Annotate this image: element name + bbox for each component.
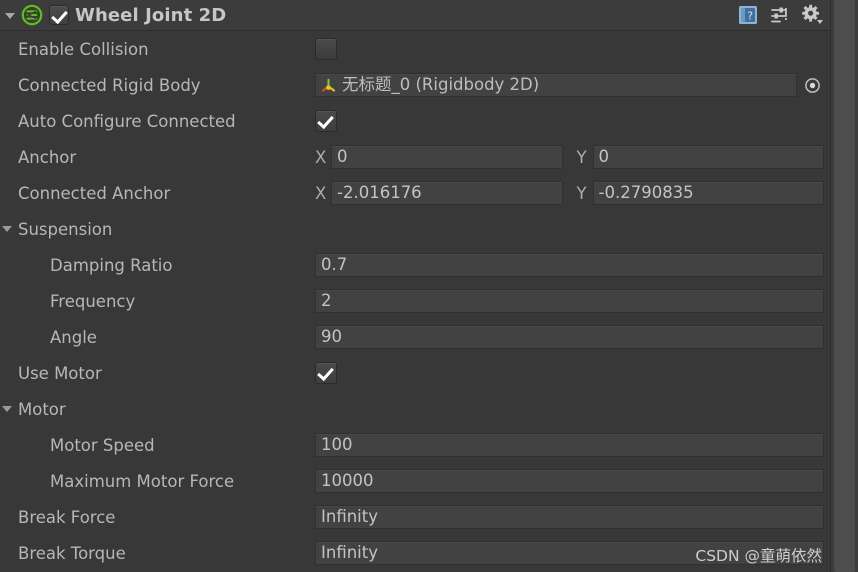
row-connected-anchor: Connected Anchor X -2.016176 Y -0.279083…: [0, 175, 858, 211]
damping-ratio-input[interactable]: 0.7: [315, 253, 824, 277]
field-area-connected-anchor: X -2.016176 Y -0.2790835: [315, 175, 824, 211]
auto-configure-connected-checkbox[interactable]: [315, 110, 337, 132]
anchor-x-value: 0: [337, 146, 348, 166]
motor-speed-value: 100: [321, 434, 353, 454]
label-angle: Angle: [50, 327, 97, 347]
connected-anchor-y-value: -0.2790835: [598, 182, 694, 202]
row-enable-collision: Enable Collision: [0, 31, 858, 67]
row-anchor: Anchor X 0 Y 0: [0, 139, 858, 175]
angle-input[interactable]: 90: [315, 325, 824, 349]
label-enable-collision: Enable Collision: [18, 39, 149, 59]
wheel-joint-2d-icon-svg: [21, 4, 43, 26]
motor-foldout-arrow-icon[interactable]: [2, 406, 12, 412]
settings-gear-icon-svg: [802, 4, 823, 24]
vertical-scrollbar[interactable]: [830, 0, 858, 572]
label-use-motor: Use Motor: [18, 363, 102, 383]
rigidbody2d-axis-icon-svg: [321, 78, 336, 92]
frequency-input[interactable]: 2: [315, 289, 824, 313]
field-area-angle: 90: [315, 319, 824, 355]
object-picker-icon-svg: [804, 77, 820, 93]
row-motor-foldout[interactable]: Motor: [0, 391, 858, 427]
row-motor-speed: Motor Speed 100: [0, 427, 858, 463]
row-break-force: Break Force Infinity: [0, 499, 858, 535]
label-motor: Motor: [0, 400, 66, 419]
anchor-x-label: X: [315, 147, 327, 167]
row-connected-rigid-body: Connected Rigid Body 无标题_0 (Rigidbody 2D…: [0, 67, 858, 103]
maximum-motor-force-input[interactable]: 10000: [315, 469, 824, 493]
use-motor-checkbox[interactable]: [315, 362, 337, 384]
motor-speed-input[interactable]: 100: [315, 433, 824, 457]
preset-icon[interactable]: [768, 3, 792, 27]
connected-anchor-vector2: X -2.016176 Y -0.2790835: [315, 181, 824, 205]
inspector-panel: Wheel Joint 2D ? Enable Collision Connec…: [0, 0, 858, 572]
anchor-x-input[interactable]: 0: [331, 145, 563, 169]
break-force-input[interactable]: Infinity: [315, 505, 824, 529]
watermark: CSDN @童萌依然: [695, 547, 822, 565]
field-area-break-force: Infinity: [315, 499, 824, 535]
row-damping-ratio: Damping Ratio 0.7: [0, 247, 858, 283]
field-area-connected-rigid-body: 无标题_0 (Rigidbody 2D): [315, 67, 824, 103]
break-force-value: Infinity: [321, 506, 378, 526]
help-icon[interactable]: ?: [736, 3, 760, 27]
connected-anchor-x-label: X: [315, 183, 327, 203]
connected-anchor-x-value: -2.016176: [337, 182, 422, 202]
label-connected-rigid-body: Connected Rigid Body: [18, 75, 201, 95]
field-area-frequency: 2: [315, 283, 824, 319]
label-frequency: Frequency: [50, 291, 136, 311]
field-area-damping-ratio: 0.7: [315, 247, 824, 283]
connected-rigid-body-value: 无标题_0 (Rigidbody 2D): [342, 74, 540, 94]
field-area-motor-speed: 100: [315, 427, 824, 463]
row-suspension-foldout[interactable]: Suspension: [0, 211, 858, 247]
anchor-y-value: 0: [598, 146, 610, 166]
connected-anchor-y-label: Y: [576, 183, 587, 203]
preset-icon-svg: [771, 7, 787, 23]
suspension-title: Suspension: [18, 219, 113, 239]
object-picker-icon[interactable]: [800, 77, 824, 94]
anchor-y-input[interactable]: 0: [592, 145, 824, 169]
row-auto-configure-connected: Auto Configure Connected: [0, 103, 858, 139]
connected-anchor-x-input[interactable]: -2.016176: [331, 181, 563, 205]
angle-value: 90: [321, 326, 342, 346]
field-area-anchor: X 0 Y 0: [315, 139, 824, 175]
anchor-vector2: X 0 Y 0: [315, 145, 824, 169]
settings-gear-icon[interactable]: [800, 3, 824, 27]
frequency-value: 2: [321, 290, 332, 310]
label-suspension: Suspension: [0, 220, 112, 239]
component-title: Wheel Joint 2D: [75, 4, 227, 26]
motor-title: Motor: [18, 399, 66, 419]
label-break-force: Break Force: [18, 507, 116, 527]
wheel-joint-2d-icon: [21, 4, 43, 26]
connected-anchor-y-input[interactable]: -0.2790835: [592, 181, 824, 205]
svg-text:?: ?: [747, 10, 753, 23]
component-foldout-arrow-icon[interactable]: [4, 8, 18, 22]
enable-collision-checkbox[interactable]: [315, 38, 337, 60]
break-torque-value: Infinity: [321, 542, 378, 562]
label-auto-configure-connected: Auto Configure Connected: [18, 111, 236, 131]
help-icon-svg: ?: [739, 6, 757, 24]
anchor-y-label: Y: [576, 147, 587, 167]
damping-ratio-value: 0.7: [321, 254, 348, 274]
vertical-scrollbar-thumb[interactable]: [834, 0, 855, 572]
label-maximum-motor-force: Maximum Motor Force: [50, 471, 235, 491]
connected-rigid-body-object-field[interactable]: 无标题_0 (Rigidbody 2D): [315, 73, 797, 97]
suspension-foldout-arrow-icon[interactable]: [2, 226, 12, 232]
row-angle: Angle 90: [0, 319, 858, 355]
maximum-motor-force-value: 10000: [321, 470, 374, 490]
label-motor-speed: Motor Speed: [50, 435, 155, 455]
component-enabled-checkbox[interactable]: [49, 5, 69, 25]
component-header[interactable]: Wheel Joint 2D ?: [0, 0, 858, 31]
field-area-use-motor: [315, 355, 824, 391]
rigidbody2d-axis-icon: [320, 77, 337, 94]
row-frequency: Frequency 2: [0, 283, 858, 319]
label-break-torque: Break Torque: [18, 543, 126, 563]
field-area-auto-configure-connected: [315, 103, 824, 139]
row-maximum-motor-force: Maximum Motor Force 10000: [0, 463, 858, 499]
label-damping-ratio: Damping Ratio: [50, 255, 173, 275]
label-connected-anchor: Connected Anchor: [18, 183, 171, 203]
row-use-motor: Use Motor: [0, 355, 858, 391]
header-icon-group: ?: [736, 3, 824, 27]
field-area-maximum-motor-force: 10000: [315, 463, 824, 499]
field-area-enable-collision: [315, 31, 824, 67]
label-anchor: Anchor: [18, 147, 77, 167]
